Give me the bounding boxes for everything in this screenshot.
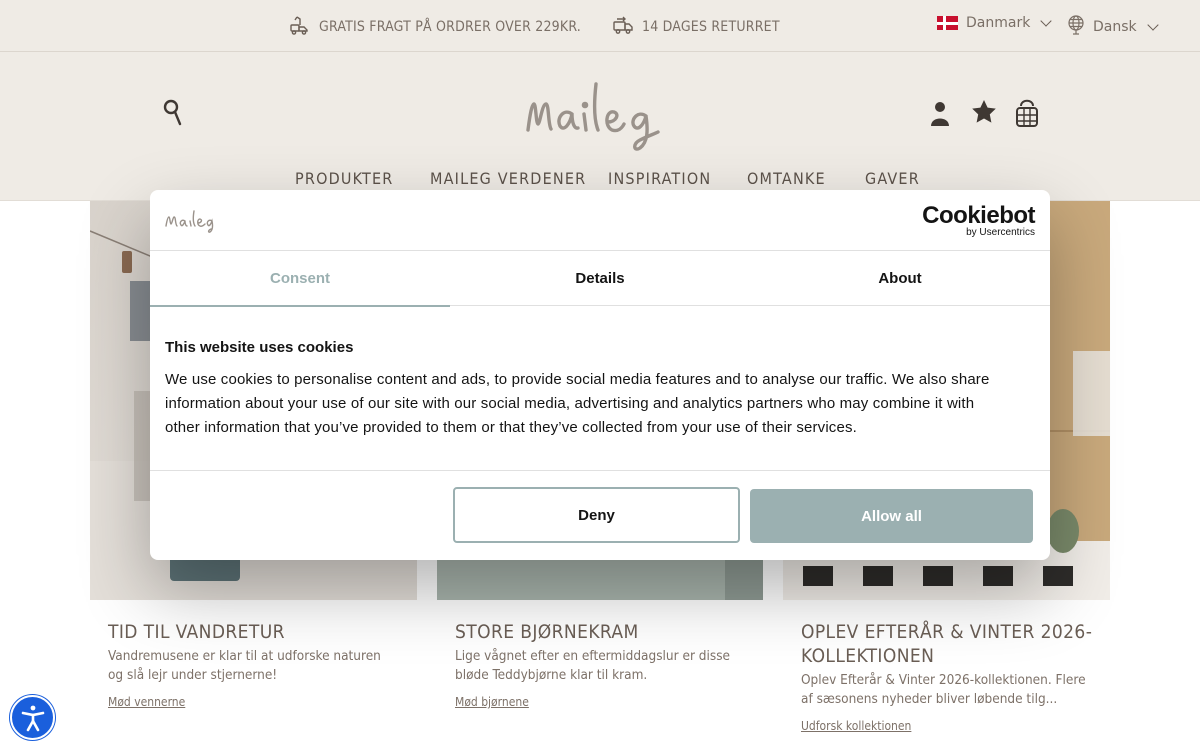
card-title-line: OPLEV EFTERÅR & VINTER 2026-: [801, 621, 1093, 643]
cookiebot-wordmark: Cookiebot: [922, 202, 1035, 229]
accessibility-icon: [21, 705, 44, 731]
shipping-truck-icon: [289, 14, 311, 40]
tab-details[interactable]: Details: [450, 251, 750, 306]
card-desc-line: Oplev Efterår & Vinter 2026-kollektionen…: [801, 672, 1086, 688]
card-title-line: KOLLEKTIONEN: [801, 645, 935, 667]
denmark-flag-icon: [937, 16, 958, 30]
cookie-body-line: We use cookies to personalise content an…: [165, 371, 990, 388]
card-desc-line: af sæsonens nyheder bliver løbende tilg.…: [801, 691, 1058, 707]
cookie-body-line: other information that you’ve provided t…: [165, 419, 857, 436]
search-icon[interactable]: [160, 96, 190, 130]
announcement-bar: GRATIS FRAGT PÅ ORDRER OVER 229KR. 14 DA…: [0, 0, 1200, 52]
nav-maileg-verdener[interactable]: MAILEG VERDENER: [430, 169, 586, 188]
card-title-collection[interactable]: OPLEV EFTERÅR & VINTER 2026- KOLLEKTIONE…: [801, 620, 1092, 668]
card-desc-line: Vandremusene er klar til at udforske nat…: [108, 648, 381, 664]
promo-shipping-text: GRATIS FRAGT PÅ ORDRER OVER 229KR.: [319, 19, 581, 35]
nav-inspiration[interactable]: INSPIRATION: [608, 169, 711, 188]
maileg-logo[interactable]: [524, 74, 678, 154]
cookie-consent-dialog: Cookiebot by Usercentrics Consent Detail…: [150, 190, 1050, 560]
tab-about[interactable]: About: [750, 251, 1050, 306]
return-truck-icon: [612, 14, 634, 40]
promo-returns: 14 DAGES RETURRET: [612, 14, 780, 40]
card-desc-bears: Lige vågnet efter en eftermiddagslur er …: [455, 647, 730, 685]
card-desc-hiking: Vandremusene er klar til at udforske nat…: [108, 647, 381, 685]
card-link-collection[interactable]: Udforsk kollektionen: [801, 719, 911, 733]
allow-all-button[interactable]: Allow all: [750, 489, 1033, 543]
language-selector[interactable]: Dansk: [1067, 15, 1159, 39]
tab-consent[interactable]: Consent: [150, 251, 450, 307]
card-title-bears[interactable]: STORE BJØRNEKRAM: [455, 620, 639, 644]
nav-gaver[interactable]: GAVER: [865, 169, 920, 188]
cookiebot-brand: Cookiebot by Usercentrics: [922, 204, 1035, 239]
card-link-bears[interactable]: Mød bjørnene: [455, 695, 529, 709]
cookie-body-text: We use cookies to personalise content an…: [165, 368, 1035, 440]
globe-icon: [1067, 15, 1085, 39]
divider: [150, 470, 1050, 471]
wishlist-star-icon[interactable]: [969, 96, 999, 130]
promo-shipping: GRATIS FRAGT PÅ ORDRER OVER 229KR.: [289, 14, 581, 40]
card-desc-line: bløde Teddybjørne klar til kram.: [455, 667, 648, 683]
account-icon[interactable]: [926, 96, 956, 130]
nav-omtanke[interactable]: OMTANKE: [747, 169, 826, 188]
card-desc-line: Lige vågnet efter en eftermiddagslur er …: [455, 648, 731, 664]
chevron-down-icon: [1146, 19, 1159, 31]
cookie-tabs: Consent Details About: [150, 251, 1050, 307]
deny-button[interactable]: Deny: [453, 487, 740, 543]
card-link-hiking[interactable]: Mød vennerne: [108, 695, 185, 709]
chevron-down-icon: [1040, 15, 1052, 27]
card-desc-collection: Oplev Efterår & Vinter 2026-kollektionen…: [801, 671, 1086, 709]
cart-bag-icon[interactable]: [1013, 96, 1043, 130]
dialog-maileg-logo: [165, 210, 214, 233]
card-desc-line: og slå lejr under stjernerne!: [108, 667, 278, 683]
language-label: Dansk: [1093, 19, 1137, 35]
site-header: PRODUKTER MAILEG VERDENER INSPIRATION OM…: [0, 52, 1200, 201]
country-selector[interactable]: Danmark: [937, 15, 1052, 31]
accessibility-button[interactable]: [10, 695, 55, 740]
country-label: Danmark: [966, 15, 1031, 31]
nav-produkter[interactable]: PRODUKTER: [295, 169, 394, 188]
promo-returns-text: 14 DAGES RETURRET: [642, 19, 780, 35]
cookie-body-line: information about your use of our site w…: [165, 395, 975, 412]
cookie-heading: This website uses cookies: [165, 339, 354, 356]
card-title-hiking[interactable]: TID TIL VANDRETUR: [108, 620, 285, 644]
